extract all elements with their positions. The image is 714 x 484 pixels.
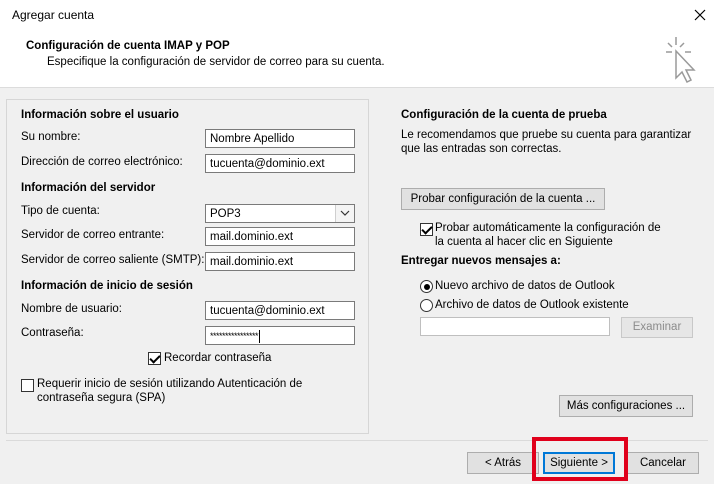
username-label: Nombre de usuario: (21, 303, 122, 315)
spa-label-line2: contraseña segura (SPA) (37, 392, 166, 404)
account-type-select[interactable]: POP3 (205, 204, 355, 223)
username-field[interactable]: tucuenta@dominio.ext (205, 301, 355, 320)
user-info-heading: Información sobre el usuario (21, 109, 179, 121)
server-info-heading: Información del servidor (21, 182, 156, 194)
chevron-down-icon (335, 205, 354, 222)
page-subtitle: Especifique la configuración de servidor… (47, 56, 385, 68)
outgoing-server-field[interactable]: mail.dominio.ext (205, 252, 355, 271)
window-title: Agregar cuenta (12, 8, 95, 22)
test-desc-line1: Le recomendamos que pruebe su cuenta par… (401, 129, 692, 141)
password-field[interactable]: **************** (205, 326, 355, 345)
name-field[interactable]: Nombre Apellido (205, 129, 355, 148)
account-type-value: POP3 (210, 208, 241, 220)
test-desc-line2: que las entradas son correctas. (401, 143, 562, 155)
existing-data-file-label: Archivo de datos de Outlook existente (435, 299, 629, 311)
incoming-server-field[interactable]: mail.dominio.ext (205, 227, 355, 246)
spa-checkbox[interactable] (21, 379, 34, 392)
more-settings-button[interactable]: Más configuraciones ... (559, 395, 693, 417)
browse-button[interactable]: Examinar (621, 317, 693, 338)
email-field[interactable]: tucuenta@dominio.ext (205, 154, 355, 173)
auto-test-label-line2: la cuenta al hacer clic en Siguiente (435, 236, 613, 248)
existing-data-file-radio[interactable] (420, 299, 433, 312)
auto-test-checkbox[interactable] (420, 223, 433, 236)
title-bar (0, 0, 714, 30)
cancel-button[interactable]: Cancelar (627, 452, 699, 474)
close-icon[interactable] (688, 3, 712, 27)
next-button-highlight (532, 437, 628, 481)
data-file-path-field[interactable] (420, 317, 610, 336)
new-data-file-radio[interactable] (420, 280, 433, 293)
page-title: Configuración de cuenta IMAP y POP (26, 40, 230, 52)
cursor-sparkle-icon (660, 33, 700, 85)
back-button[interactable]: < Atrás (467, 452, 539, 474)
incoming-server-label: Servidor de correo entrante: (21, 229, 165, 241)
spa-label-line1: Requerir inicio de sesión utilizando Aut… (37, 378, 303, 390)
remember-password-checkbox[interactable] (148, 352, 161, 365)
new-data-file-label: Nuevo archivo de datos de Outlook (435, 280, 615, 292)
login-info-heading: Información de inicio de sesión (21, 280, 193, 292)
outgoing-server-label: Servidor de correo saliente (SMTP): (21, 254, 205, 266)
password-value: **************** (210, 331, 259, 341)
delivery-heading: Entregar nuevos mensajes a: (401, 255, 561, 267)
remember-password-label: Recordar contraseña (164, 352, 272, 364)
auto-test-label-line1: Probar automáticamente la configuración … (435, 222, 661, 234)
password-label: Contraseña: (21, 327, 84, 339)
account-type-label: Tipo de cuenta: (21, 205, 100, 217)
test-account-button[interactable]: Probar configuración de la cuenta ... (401, 188, 605, 210)
text-caret (259, 330, 261, 344)
test-settings-heading: Configuración de la cuenta de prueba (401, 109, 607, 121)
name-label: Su nombre: (21, 131, 81, 143)
email-label: Dirección de correo electrónico: (21, 156, 183, 168)
